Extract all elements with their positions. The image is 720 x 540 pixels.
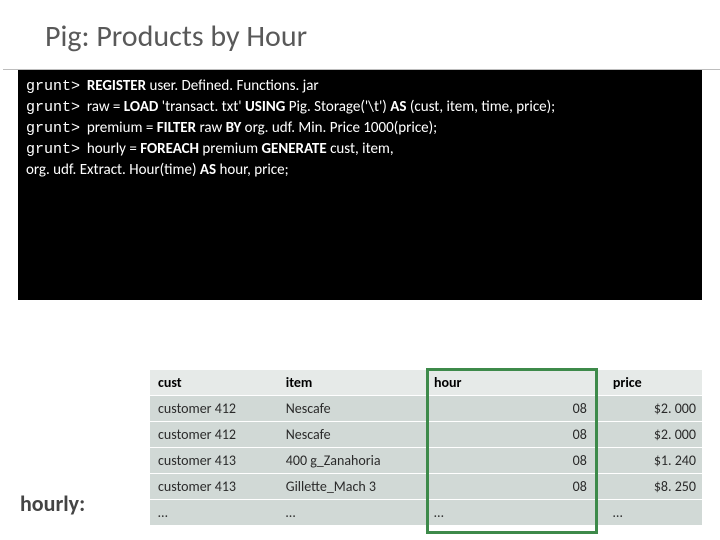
cell-price: $2. 000 bbox=[605, 396, 702, 422]
result-table-wrap: cust item hour price customer 412 Nescaf… bbox=[150, 370, 702, 526]
kw-as: AS bbox=[390, 98, 410, 116]
code-line: grunt> premium = FILTER raw BY org. udf.… bbox=[26, 118, 694, 139]
cell-item: 400 g_Zanahoria bbox=[278, 448, 426, 474]
code-text: raw = bbox=[87, 98, 124, 116]
table-row: customer 412 Nescafe 08 $2. 000 bbox=[150, 422, 702, 448]
cell-hour: 08 bbox=[426, 448, 605, 474]
cell-cust: customer 412 bbox=[150, 396, 278, 422]
cell-hour: 08 bbox=[426, 422, 605, 448]
code-line: grunt> hourly = FOREACH premium GENERATE… bbox=[26, 139, 694, 160]
table-row: customer 412 Nescafe 08 $2. 000 bbox=[150, 396, 702, 422]
kw-register: REGISTER bbox=[87, 77, 150, 95]
cell-price: $8. 250 bbox=[605, 474, 702, 500]
kw-as: AS bbox=[200, 161, 220, 179]
table-row: customer 413 Gillette_Mach 3 08 $8. 250 bbox=[150, 474, 702, 500]
cell-price: … bbox=[605, 500, 702, 526]
cell-cust: customer 413 bbox=[150, 474, 278, 500]
kw-filter: FILTER bbox=[157, 119, 200, 137]
code-text: org. udf. Min. Price 1000(price); bbox=[245, 119, 438, 137]
col-hour: hour bbox=[426, 370, 605, 396]
page-title: Pig: Products by Hour bbox=[3, 0, 720, 70]
code-text: premium bbox=[202, 140, 261, 158]
code-text: raw bbox=[199, 119, 225, 137]
code-text: hour, price; bbox=[219, 161, 288, 179]
table-row: customer 413 400 g_Zanahoria 08 $1. 240 bbox=[150, 448, 702, 474]
col-cust: cust bbox=[150, 370, 278, 396]
kw-load: LOAD bbox=[124, 98, 162, 116]
cell-item: Nescafe bbox=[278, 396, 426, 422]
result-table: cust item hour price customer 412 Nescaf… bbox=[150, 370, 702, 526]
prompt: grunt> bbox=[26, 120, 80, 137]
kw-foreach: FOREACH bbox=[140, 140, 202, 158]
code-text: hourly = bbox=[87, 140, 140, 158]
cell-hour: 08 bbox=[426, 474, 605, 500]
code-line: grunt> REGISTER user. Defined. Functions… bbox=[26, 76, 694, 97]
kw-generate: GENERATE bbox=[261, 140, 330, 158]
kw-by: BY bbox=[226, 119, 245, 137]
table-header-row: cust item hour price bbox=[150, 370, 702, 396]
code-text: cust, item, bbox=[330, 140, 394, 158]
cell-price: $1. 240 bbox=[605, 448, 702, 474]
cell-cust: customer 412 bbox=[150, 422, 278, 448]
table-row: … … … … bbox=[150, 500, 702, 526]
cell-price: $2. 000 bbox=[605, 422, 702, 448]
code-text: premium = bbox=[87, 119, 157, 137]
cell-cust: … bbox=[150, 500, 278, 526]
col-price: price bbox=[605, 370, 702, 396]
code-text: org. udf. Extract. Hour(time) bbox=[26, 161, 200, 179]
prompt: grunt> bbox=[26, 78, 80, 95]
col-item: item bbox=[278, 370, 426, 396]
terminal: grunt> REGISTER user. Defined. Functions… bbox=[18, 70, 702, 300]
code-text: (cust, item, time, price); bbox=[410, 98, 555, 116]
code-text: Pig. Storage('\t') bbox=[289, 98, 391, 116]
cell-item: Nescafe bbox=[278, 422, 426, 448]
table-label: hourly: bbox=[20, 490, 85, 517]
code-line: org. udf. Extract. Hour(time) AS hour, p… bbox=[26, 160, 694, 181]
code-line: grunt> raw = LOAD 'transact. txt' USING … bbox=[26, 97, 694, 118]
code-text: 'transact. txt' bbox=[162, 98, 245, 116]
code-text: user. Defined. Functions. jar bbox=[149, 77, 318, 95]
prompt: grunt> bbox=[26, 99, 80, 116]
cell-hour: … bbox=[426, 500, 605, 526]
kw-using: USING bbox=[245, 98, 289, 116]
cell-cust: customer 413 bbox=[150, 448, 278, 474]
prompt: grunt> bbox=[26, 141, 80, 158]
cell-hour: 08 bbox=[426, 396, 605, 422]
cell-item: Gillette_Mach 3 bbox=[278, 474, 426, 500]
cell-item: … bbox=[278, 500, 426, 526]
